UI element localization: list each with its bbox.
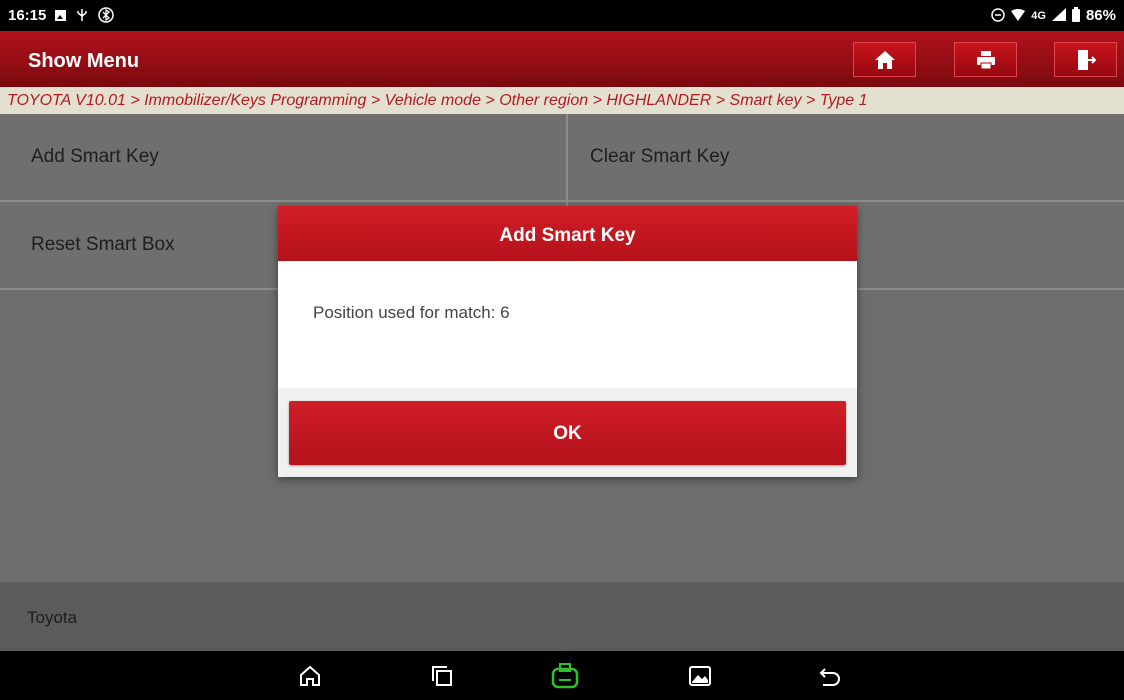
nav-recent-apps-button[interactable] — [430, 664, 454, 688]
menu-item-label: Reset Smart Box — [31, 234, 175, 255]
network-type: 4G — [1031, 9, 1046, 22]
status-bar-right: 4G 86% — [991, 7, 1116, 24]
wifi-icon — [1011, 8, 1026, 23]
nav-vci-button[interactable] — [551, 663, 579, 689]
back-icon — [819, 668, 840, 686]
battery-icon — [1071, 7, 1080, 22]
do-not-disturb-icon — [991, 7, 1006, 24]
nav-gallery-button[interactable] — [688, 664, 712, 688]
menu-item-add-smart-key[interactable]: Add Smart Key — [0, 114, 566, 200]
status-time: 16:15 — [8, 7, 47, 24]
recent-apps-icon — [432, 666, 452, 686]
menu-item-label: Clear Smart Key — [590, 146, 730, 167]
breadcrumb: TOYOTA V10.01 > Immobilizer/Keys Program… — [0, 87, 1124, 114]
status-bar: 16:15 4G 86% — [0, 0, 1124, 31]
nav-home-button[interactable] — [298, 664, 322, 688]
battery-level: 86% — [1085, 7, 1116, 24]
print-icon — [976, 50, 995, 69]
nav-back-button[interactable] — [818, 664, 842, 688]
dialog-title: Add Smart Key — [278, 206, 857, 261]
print-button[interactable] — [954, 42, 1017, 77]
status-bar-left: 16:15 — [8, 6, 115, 25]
title-bar: Show Menu — [0, 31, 1124, 87]
menu-item-clear-smart-key[interactable]: Clear Smart Key — [568, 114, 1124, 200]
home-icon — [874, 50, 895, 69]
gallery-icon — [689, 666, 711, 686]
page-title: Show Menu — [28, 50, 140, 72]
image-notification-icon — [55, 10, 67, 21]
vci-icon — [551, 663, 579, 689]
exit-icon — [1077, 49, 1096, 70]
exit-button[interactable] — [1054, 42, 1117, 77]
grid-divider — [0, 200, 1124, 202]
dialog-footer: OK — [278, 388, 857, 477]
footer-vehicle-label: Toyota — [0, 582, 1124, 651]
dialog-message: Position used for match: 6 — [278, 261, 857, 388]
usb-debug-icon — [75, 8, 89, 24]
menu-item-label: Add Smart Key — [31, 146, 159, 167]
signal-icon — [1051, 8, 1066, 23]
bluetooth-icon — [98, 6, 115, 25]
add-smart-key-dialog: Add Smart Key Position used for match: 6… — [278, 206, 857, 477]
navigation-bar — [0, 651, 1124, 700]
footer-label: Toyota — [27, 608, 78, 627]
ok-button[interactable]: OK — [289, 401, 846, 465]
home-button[interactable] — [853, 42, 916, 77]
home-icon — [300, 665, 320, 686]
